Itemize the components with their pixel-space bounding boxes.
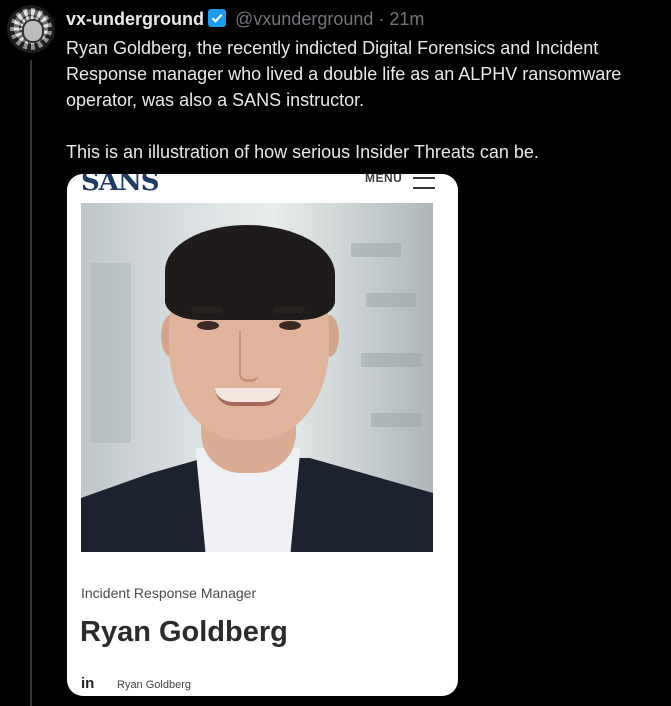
nose: [239, 331, 259, 382]
post-paragraph-2: This is an illustration of how serious I…: [66, 142, 539, 162]
post-header: vx-underground @vxunderground · 21m: [66, 9, 424, 29]
job-title: Incident Response Manager: [81, 585, 257, 601]
eyebrow-left: [191, 307, 223, 313]
post-timestamp[interactable]: 21m: [389, 9, 424, 29]
separator-dot: ·: [378, 9, 385, 29]
verified-badge-icon: [208, 9, 226, 27]
hamburger-menu-icon: [413, 177, 435, 189]
linkedin-name: Ryan Goldberg: [117, 679, 191, 691]
profile-photo: [81, 203, 433, 552]
person-name: Ryan Goldberg: [80, 616, 288, 648]
hair: [165, 225, 335, 320]
eye-right: [279, 321, 301, 330]
user-handle[interactable]: @vxunderground: [235, 9, 373, 29]
thread-line: [30, 60, 32, 706]
eye-left: [197, 321, 219, 330]
mouth: [215, 388, 281, 406]
post-paragraph-1: Ryan Goldberg, the recently indicted Dig…: [66, 38, 622, 110]
avatar[interactable]: [7, 5, 55, 53]
post-text: Ryan Goldberg, the recently indicted Dig…: [66, 35, 661, 165]
menu-label: MENU: [365, 174, 403, 185]
linkedin-icon: in: [81, 675, 95, 692]
sans-logo: SANS: [81, 174, 159, 197]
eyebrow-right: [273, 307, 305, 313]
attached-image[interactable]: SANS MENU Incident Response Manager Ryan…: [67, 174, 458, 696]
display-name[interactable]: vx-underground: [66, 9, 204, 29]
avatar-face: [22, 19, 44, 43]
